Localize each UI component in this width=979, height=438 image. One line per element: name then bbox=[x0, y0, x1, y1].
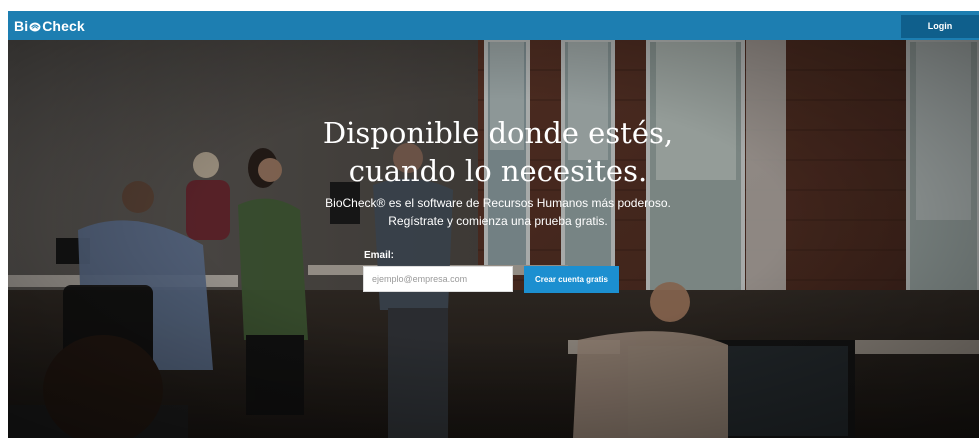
login-button[interactable]: Login bbox=[901, 15, 979, 38]
hero-headline-line1: Disponible donde estés, bbox=[322, 116, 674, 150]
email-field[interactable] bbox=[363, 266, 513, 292]
hero-headline-line2: cuando lo necesites. bbox=[348, 154, 648, 188]
top-navbar: Bi Check Login bbox=[8, 11, 979, 40]
office-background-image bbox=[8, 40, 979, 438]
hero-subtitle-line2: Regístrate y comienza una prueba gratis. bbox=[388, 214, 608, 228]
hero-headline: Disponible donde estés, cuando lo necesi… bbox=[268, 114, 728, 190]
create-free-account-button[interactable]: Crear cuenta gratis bbox=[524, 266, 619, 293]
hero-section: Disponible donde estés, cuando lo necesi… bbox=[8, 40, 979, 438]
email-label: Email: bbox=[364, 250, 395, 261]
hero-subtitle-line1: BioCheck® es el software de Recursos Hum… bbox=[325, 196, 671, 210]
logo-text-end: Check bbox=[42, 18, 85, 34]
biocheck-logo[interactable]: Bi Check bbox=[14, 17, 85, 35]
logo-text-start: Bi bbox=[14, 18, 29, 34]
hero-subtitle: BioCheck® es el software de Recursos Hum… bbox=[263, 194, 733, 230]
page: Bi Check Login Disponible donde estés, c… bbox=[0, 0, 979, 438]
fingerprint-icon bbox=[29, 22, 41, 32]
